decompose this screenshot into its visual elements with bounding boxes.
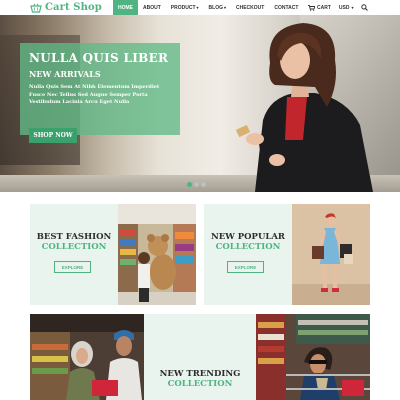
site-header: Cart Shop HOME ABOUT PRODUCT ▾ BLOG ▾ CHEC… — [0, 0, 400, 15]
nav-label: CHECKOUT — [236, 4, 265, 11]
chevron-down-icon: ▾ — [223, 5, 226, 10]
cart-label: CART — [317, 4, 331, 11]
hero-description: Nulla Quis Sem At Nibh Elementum Imperdi… — [29, 84, 160, 105]
hero-model-image — [236, 23, 373, 192]
cart-link[interactable]: CART — [308, 5, 331, 11]
cart-icon — [308, 4, 315, 11]
nav-label: CONTACT — [274, 4, 299, 11]
slider-dot[interactable] — [201, 182, 206, 187]
nav-label: ABOUT — [143, 4, 161, 11]
hero-title: NULLA QUIS LIBER — [29, 51, 169, 65]
nav-item-home[interactable]: HOME — [113, 0, 138, 15]
logo[interactable]: Cart Shop — [30, 1, 102, 14]
promo-image-toy-store — [118, 204, 196, 305]
nav-label: BLOG — [208, 4, 223, 11]
explore-button[interactable]: EXPLORE — [54, 261, 91, 273]
promo-title: NEW TRENDING COLLECTION — [144, 369, 256, 389]
promo-title-line2: COLLECTION — [215, 242, 281, 252]
explore-button[interactable]: EXPLORE — [227, 261, 264, 273]
nav-item-about[interactable]: ABOUT — [138, 0, 166, 15]
currency-select[interactable]: USD ▾ — [339, 5, 354, 11]
nav-item-contact[interactable]: CONTACT — [269, 0, 303, 15]
slider-dots — [187, 182, 206, 187]
header-actions: CART USD ▾ — [308, 0, 369, 15]
hero-subtitle: NEW ARRIVALS — [29, 69, 101, 79]
nav-item-product[interactable]: PRODUCT ▾ — [166, 0, 204, 15]
chevron-down-icon: ▾ — [351, 5, 354, 10]
promo-image-cart-woman — [256, 314, 370, 400]
promo-title-line1: BEST FASHION — [36, 232, 112, 242]
main-nav: HOME ABOUT PRODUCT ▾ BLOG ▾ CHECKOUT CONTA… — [113, 0, 303, 15]
promo-card-new-popular[interactable] — [204, 204, 292, 305]
promo-title-line1: NEW POPULAR — [211, 232, 285, 242]
shopping-basket-icon — [30, 3, 42, 13]
promo-image-shopping-woman — [292, 204, 370, 305]
promo-card-best-fashion[interactable] — [30, 204, 118, 305]
nav-label: HOME — [118, 4, 133, 11]
nav-item-checkout[interactable]: CHECKOUT — [231, 0, 269, 15]
slider-dot[interactable] — [187, 182, 192, 187]
nav-label: PRODUCT — [170, 4, 196, 11]
slider-dot[interactable] — [194, 182, 199, 187]
currency-label: USD — [338, 4, 350, 11]
promo-title-line2: COLLECTION — [167, 379, 233, 389]
chevron-down-icon: ▾ — [196, 5, 199, 10]
promo-image-market-couple — [30, 314, 144, 400]
promo-title: NEW POPULAR COLLECTION — [204, 232, 292, 252]
promo-title-line2: COLLECTION — [41, 242, 107, 252]
promo-title-line1: NEW TRENDING — [159, 369, 241, 379]
logo-text: Cart Shop — [45, 2, 102, 13]
promo-title: BEST FASHION COLLECTION — [30, 232, 118, 252]
shop-now-button[interactable]: SHOP NOW — [29, 128, 77, 143]
nav-item-blog[interactable]: BLOG ▾ — [204, 0, 231, 15]
search-icon[interactable] — [361, 4, 369, 11]
